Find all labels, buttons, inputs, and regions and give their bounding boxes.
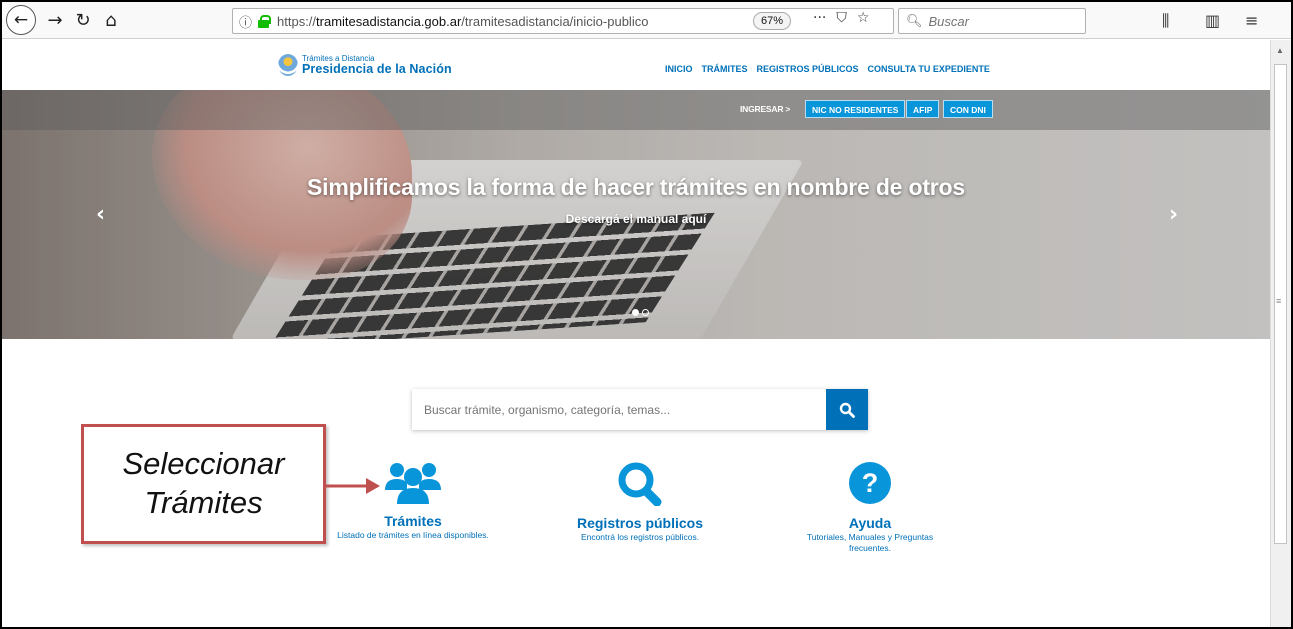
nav-registros-publicos[interactable]: REGISTROS PÚBLICOS xyxy=(757,64,859,74)
feature-registros-title: Registros públicos xyxy=(576,515,704,531)
coat-of-arms-icon xyxy=(278,54,298,76)
arrow-left-icon: ← xyxy=(13,10,29,30)
arrow-right-icon: → xyxy=(47,9,63,31)
site-logo[interactable]: Trámites a Distancia Presidencia de la N… xyxy=(278,54,452,76)
url-bar[interactable]: ⓘ https://tramitesadistancia.gob.ar/tram… xyxy=(232,8,894,34)
feature-ayuda[interactable]: ? Ayuda Tutoriales, Manuales y Preguntas… xyxy=(779,460,961,555)
scroll-grip-icon: ≡ xyxy=(1276,296,1282,306)
sidebar-icon[interactable]: ▥ xyxy=(1205,11,1220,30)
search-icon xyxy=(839,402,855,418)
annotation-line-1: Seleccionar xyxy=(122,446,285,482)
feature-registros-desc: Encontrá los registros públicos. xyxy=(580,532,700,542)
screenshot-frame: ← → ↻ ⌂ ⓘ https://tramitesadistancia.gob… xyxy=(0,0,1293,629)
home-icon: ⌂ xyxy=(105,9,117,31)
login-nic-no-residentes-button[interactable]: NIC NO RESIDENTES xyxy=(805,100,906,118)
annotation-callout: Seleccionar Trámites xyxy=(81,424,326,544)
svg-text:?: ? xyxy=(862,468,879,498)
info-icon[interactable]: ⓘ xyxy=(239,12,252,31)
search-icon: 🔍︎ xyxy=(906,13,923,29)
feature-tramites[interactable]: Trámites Listado de trámites en línea di… xyxy=(302,460,524,541)
library-icon[interactable]: ⫼ xyxy=(1162,11,1169,31)
login-strip xyxy=(2,90,1270,130)
login-con-dni-button[interactable]: CON DNI xyxy=(943,100,993,118)
annotation-line-2: Trámites xyxy=(144,485,263,520)
hero-title: Simplificamos la forma de hacer trámites… xyxy=(307,174,965,200)
chevron-left-icon: ‹ xyxy=(96,202,106,227)
chevron-right-icon: › xyxy=(1169,202,1179,227)
more-actions-icon[interactable]: ··· xyxy=(813,10,826,26)
search-button[interactable] xyxy=(826,389,868,430)
zoom-indicator[interactable]: 67% xyxy=(753,12,792,30)
page-scrollbar[interactable]: ▲ ≡ xyxy=(1270,40,1291,627)
reload-icon: ↻ xyxy=(75,9,91,31)
tramite-search-input[interactable] xyxy=(412,389,826,430)
help-icon: ? xyxy=(849,462,891,504)
bookmark-star-icon[interactable]: ☆ xyxy=(857,10,870,26)
scroll-up-icon[interactable]: ▲ xyxy=(1276,46,1284,55)
page-actions: ··· ⛉ ☆ xyxy=(813,10,869,26)
forward-button[interactable]: → xyxy=(42,7,68,33)
main-nav: INICIO TRÁMITES REGISTROS PÚBLICOS CONSU… xyxy=(665,64,990,74)
feature-registros-publicos[interactable]: Registros públicos Encontrá los registro… xyxy=(552,460,728,543)
reload-button[interactable]: ↻ xyxy=(70,7,96,33)
carousel-dot-1[interactable] xyxy=(632,309,639,316)
ingresar-label: INGRESAR > xyxy=(740,104,791,114)
hero-carousel: INGRESAR > NIC NO RESIDENTES AFIP CON DN… xyxy=(2,90,1270,339)
home-button[interactable]: ⌂ xyxy=(98,7,124,33)
nav-tramites[interactable]: TRÁMITES xyxy=(702,64,748,74)
logo-title: Presidencia de la Nación xyxy=(302,61,452,76)
feature-ayuda-desc: Tutoriales, Manuales y Preguntas frecuent… xyxy=(806,532,934,554)
lock-icon xyxy=(258,15,272,28)
search-icon xyxy=(618,462,662,507)
menu-icon[interactable]: ≡ xyxy=(1245,11,1258,30)
login-afip-button[interactable]: AFIP xyxy=(906,100,940,118)
browser-search-bar[interactable]: 🔍︎ xyxy=(898,8,1086,34)
browser-toolbar: ← → ↻ ⌂ ⓘ https://tramitesadistancia.gob… xyxy=(2,2,1291,39)
hero-manual-link[interactable]: Descargá el manual aquí xyxy=(2,212,1270,226)
feature-ayuda-title: Ayuda xyxy=(848,515,892,531)
users-icon xyxy=(385,463,441,504)
carousel-next-button[interactable]: › xyxy=(1169,202,1178,227)
pocket-icon[interactable]: ⛉ xyxy=(836,10,847,26)
annotation-arrow-icon xyxy=(326,478,380,494)
carousel-dot-2[interactable] xyxy=(642,309,649,316)
back-button[interactable]: ← xyxy=(6,5,36,35)
carousel-prev-button[interactable]: ‹ xyxy=(96,202,105,227)
feature-tramites-title: Trámites xyxy=(384,513,442,529)
carousel-indicators xyxy=(632,309,649,316)
url-text[interactable]: https://tramitesadistancia.gob.ar/tramit… xyxy=(277,14,648,29)
nav-inicio[interactable]: INICIO xyxy=(665,64,693,74)
site-header: Trámites a Distancia Presidencia de la N… xyxy=(2,40,1270,90)
browser-search-input[interactable] xyxy=(928,13,1079,29)
feature-tramites-desc: Listado de trámites en línea disponibles… xyxy=(337,530,489,540)
site-search xyxy=(412,389,868,430)
nav-consulta-expediente[interactable]: CONSULTA TU EXPEDIENTE xyxy=(868,64,990,74)
